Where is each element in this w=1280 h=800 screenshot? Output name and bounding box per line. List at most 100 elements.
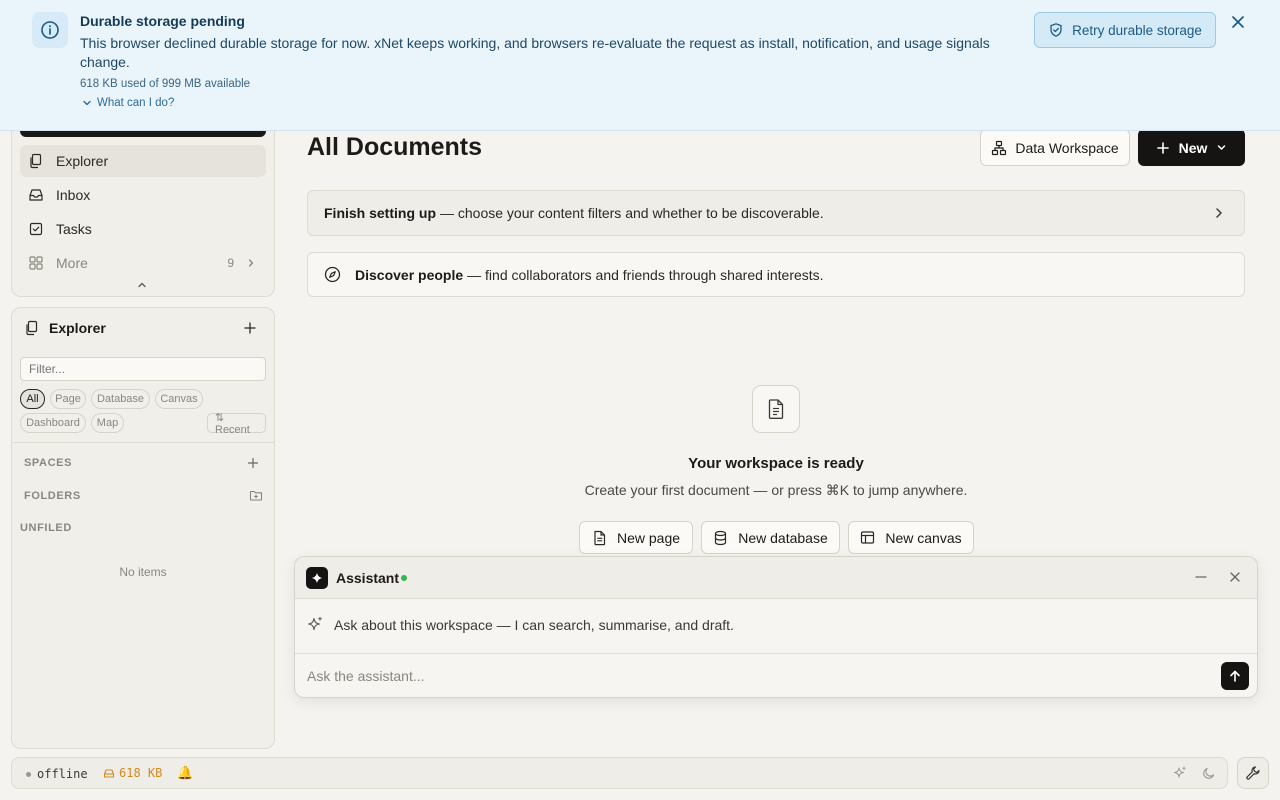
online-status-dot: [401, 575, 407, 581]
connection-label: offline: [37, 767, 88, 781]
moon-icon[interactable]: [1202, 766, 1216, 780]
data-workspace-label: Data Workspace: [1015, 139, 1119, 156]
empty-list-text: No items: [119, 565, 167, 579]
minimize-icon[interactable]: [1193, 568, 1209, 586]
empty-state-title: Your workspace is ready: [688, 455, 864, 472]
checkbox-icon: [29, 222, 43, 236]
assistant-title: Assistant: [336, 570, 400, 586]
assistant-hint-text: Ask about this workspace — I can search,…: [334, 616, 734, 633]
empty-state-subtitle: Create your first document — or press ⌘K…: [584, 482, 968, 498]
banner-title: Durable storage pending: [80, 13, 245, 29]
retry-durable-storage-button[interactable]: Retry durable storage: [1034, 12, 1216, 48]
filter-input[interactable]: [20, 357, 266, 381]
arrow-up-icon: [1230, 670, 1240, 682]
grid-icon: [29, 256, 43, 270]
new-page-label: New page: [616, 529, 681, 546]
filter-chip-dashboard[interactable]: Dashboard: [20, 413, 86, 433]
banner-message: This browser declined durable storage fo…: [80, 35, 990, 70]
plus-icon: [247, 457, 259, 469]
filter-chip-database[interactable]: Database: [91, 389, 150, 409]
close-icon[interactable]: [1226, 10, 1250, 34]
storage-indicator[interactable]: 618 KB: [103, 766, 162, 780]
what-can-i-do-label: What can I do?: [97, 97, 175, 109]
add-folder-button[interactable]: [249, 489, 263, 502]
sidebar-item-tasks[interactable]: Tasks: [20, 213, 266, 245]
chevron-up-icon: [138, 282, 146, 288]
sparkle-logo-icon: [306, 567, 328, 589]
chevron-right-icon: [248, 259, 254, 267]
new-label: New: [1178, 139, 1208, 156]
divider: [12, 442, 274, 443]
assistant-hint: Ask about this workspace — I can search,…: [307, 616, 734, 633]
discover-card-title: Discover people: [355, 266, 464, 283]
sort-recent-button[interactable]: ⇅ Recent: [207, 412, 266, 436]
what-can-i-do-toggle[interactable]: What can I do?: [82, 97, 174, 109]
page-title: All Documents: [307, 133, 483, 161]
document-icon: [752, 385, 800, 433]
sparkles-icon: [307, 616, 322, 631]
durable-storage-banner: Durable storage pending This browser dec…: [0, 0, 1280, 131]
info-icon: [32, 12, 68, 48]
unfiled-label: UNFILED: [20, 522, 72, 534]
sidebar-item-label: Tasks: [56, 221, 92, 237]
storage-usage: 618 KB used of 999 MB available: [80, 78, 251, 90]
status-bar: offline 618 KB 🔔: [11, 757, 1228, 789]
new-canvas-button[interactable]: New canvas: [848, 521, 974, 554]
sidebar-item-more[interactable]: More 9: [20, 247, 266, 279]
discover-card-text: — find collaborators and friends through…: [467, 266, 824, 283]
assistant-panel: Assistant Ask about this workspace — I c…: [294, 556, 1258, 698]
filter-chip-page[interactable]: Page: [50, 389, 86, 409]
wrench-icon[interactable]: [1237, 757, 1269, 789]
chevron-down-icon: [1218, 145, 1226, 150]
page-icon: [594, 530, 606, 545]
sidebar-item-label: Inbox: [56, 187, 91, 203]
files-icon: [26, 320, 38, 336]
compass-icon: [324, 266, 341, 283]
spaces-label: SPACES: [24, 457, 73, 469]
sidebar-item-inbox[interactable]: Inbox: [20, 179, 266, 211]
canvas-icon: [861, 531, 875, 544]
data-workspace-button[interactable]: Data Workspace: [980, 129, 1130, 166]
filter-chip-canvas[interactable]: Canvas: [155, 389, 203, 409]
chevron-right-icon: [1216, 208, 1222, 218]
files-icon: [30, 153, 42, 169]
explorer-header: Explorer: [24, 320, 106, 336]
sparkles-icon[interactable]: [1173, 766, 1187, 780]
filter-chip-all[interactable]: All: [20, 389, 45, 409]
more-count: 9: [227, 256, 234, 270]
new-page-button[interactable]: New page: [579, 521, 693, 554]
folder-plus-icon: [249, 490, 263, 501]
assistant-header: Assistant: [295, 557, 1257, 599]
sidebar-item-label: Explorer: [56, 153, 109, 169]
assistant-input[interactable]: [295, 654, 1215, 697]
new-database-label: New database: [738, 529, 828, 546]
bell-icon[interactable]: 🔔: [177, 765, 193, 781]
setup-card-text: — choose your content filters and whethe…: [440, 205, 824, 221]
explorer-title: Explorer: [49, 320, 106, 336]
add-space-button[interactable]: [247, 457, 259, 469]
plus-icon: [1156, 141, 1169, 154]
send-button[interactable]: [1221, 662, 1249, 690]
sitemap-icon: [992, 140, 1007, 155]
close-icon[interactable]: [1227, 568, 1243, 586]
plus-icon: [244, 322, 256, 334]
discover-people-card[interactable]: Discover people — find collaborators and …: [307, 252, 1245, 297]
filter-chip-map[interactable]: Map: [91, 413, 124, 433]
status-dot: [26, 771, 31, 777]
sidebar-item-explorer[interactable]: Explorer: [20, 145, 266, 177]
new-database-button[interactable]: New database: [701, 521, 840, 554]
inbox-icon: [29, 189, 43, 201]
folders-label: FOLDERS: [24, 490, 81, 502]
shield-check-icon: [1050, 23, 1062, 37]
retry-label: Retry durable storage: [1072, 22, 1202, 38]
chevron-down-icon: [83, 100, 91, 106]
sidebar-item-label: More: [56, 255, 88, 271]
setup-card-title: Finish setting up: [324, 205, 436, 221]
finish-setup-card[interactable]: Finish setting up — choose your content …: [307, 190, 1245, 236]
storage-label: 618 KB: [119, 766, 163, 780]
add-document-button[interactable]: [242, 320, 258, 336]
database-icon: [715, 530, 727, 545]
new-canvas-label: New canvas: [885, 529, 962, 546]
collapse-nav-button[interactable]: [136, 279, 148, 291]
new-document-button[interactable]: New: [1138, 129, 1245, 166]
